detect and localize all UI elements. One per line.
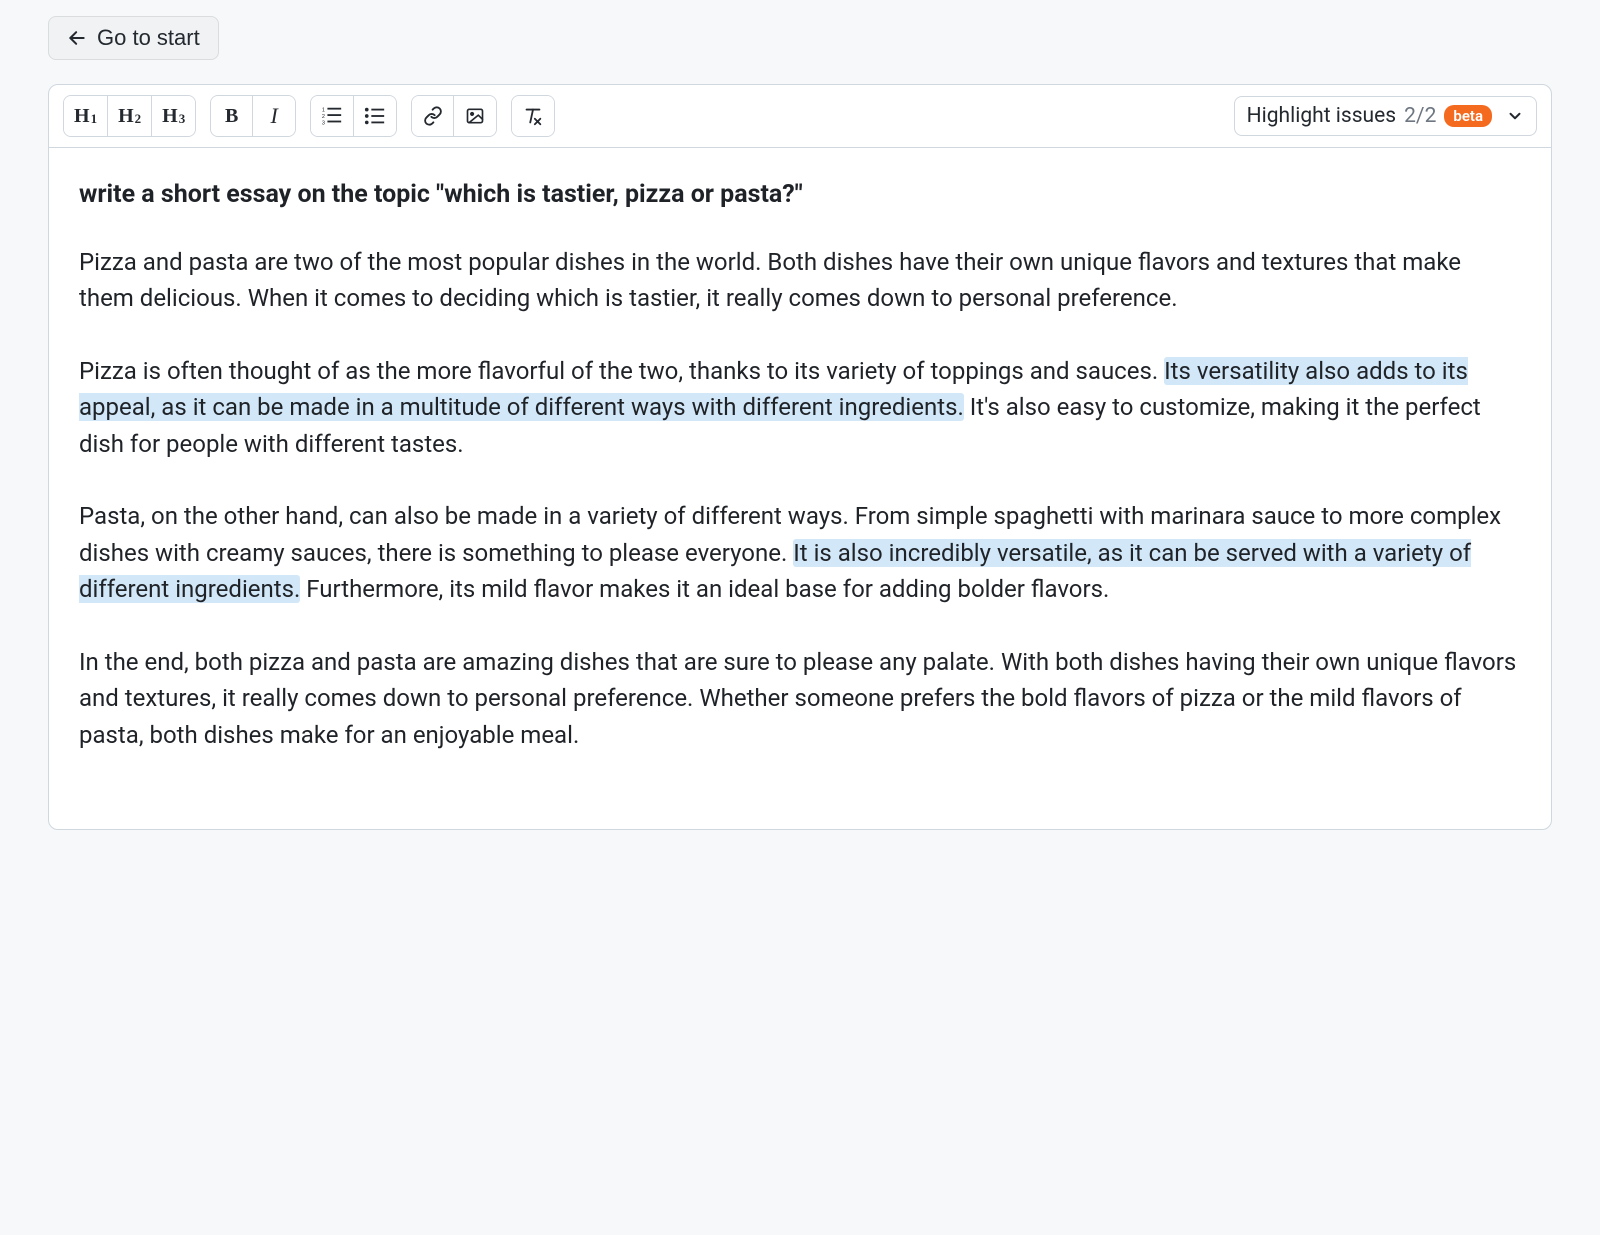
p2-pre: Pizza is often thought of as the more fl… <box>79 357 1164 385</box>
paragraph-1: Pizza and pasta are two of the most popu… <box>79 244 1521 317</box>
bold-button[interactable]: B <box>211 96 253 136</box>
editor-panel: H1 H2 H3 B I 1 <box>48 84 1552 830</box>
highlight-issues-label: Highlight issues <box>1247 104 1396 128</box>
chevron-down-icon <box>1506 107 1524 125</box>
svg-text:3: 3 <box>322 120 325 126</box>
clear-format-group <box>511 95 555 137</box>
heading-1-button[interactable]: H1 <box>64 96 108 136</box>
arrow-left-icon <box>67 28 87 48</box>
ordered-list-button[interactable]: 1 2 3 <box>311 96 354 136</box>
svg-text:2: 2 <box>322 114 325 120</box>
highlight-issues-count: 2/2 <box>1404 104 1436 128</box>
list-group: 1 2 3 <box>310 95 397 137</box>
paragraph-3: Pasta, on the other hand, can also be ma… <box>79 498 1521 607</box>
italic-icon: I <box>271 103 278 129</box>
clear-format-icon <box>522 105 544 127</box>
go-to-start-label: Go to start <box>97 25 200 51</box>
image-icon <box>465 106 485 126</box>
italic-button[interactable]: I <box>253 96 295 136</box>
text-style-group: B I <box>210 95 296 137</box>
link-icon <box>423 106 443 126</box>
paragraph-4: In the end, both pizza and pasta are ama… <box>79 644 1521 753</box>
heading-2-button[interactable]: H2 <box>108 96 152 136</box>
image-button[interactable] <box>454 96 496 136</box>
unordered-list-icon <box>364 105 386 127</box>
go-to-start-button[interactable]: Go to start <box>48 16 219 60</box>
heading-1-icon: H1 <box>74 105 97 128</box>
paragraph-2: Pizza is often thought of as the more fl… <box>79 353 1521 462</box>
content-heading: write a short essay on the topic "which … <box>79 176 1521 214</box>
svg-text:1: 1 <box>322 107 325 113</box>
heading-2-icon: H2 <box>118 105 141 128</box>
clear-format-button[interactable] <box>512 96 554 136</box>
editor-content[interactable]: write a short essay on the topic "which … <box>49 148 1551 829</box>
highlight-issues-dropdown[interactable]: Highlight issues 2/2 beta <box>1234 96 1537 136</box>
heading-3-button[interactable]: H3 <box>152 96 195 136</box>
unordered-list-button[interactable] <box>354 96 396 136</box>
beta-badge: beta <box>1444 105 1492 127</box>
heading-3-icon: H3 <box>162 105 185 128</box>
p3-post: Furthermore, its mild flavor makes it an… <box>300 575 1109 603</box>
insert-group <box>411 95 497 137</box>
link-button[interactable] <box>412 96 454 136</box>
heading-group: H1 H2 H3 <box>63 95 196 137</box>
editor-toolbar: H1 H2 H3 B I 1 <box>49 85 1551 148</box>
ordered-list-icon: 1 2 3 <box>321 105 343 127</box>
bold-icon: B <box>225 105 238 128</box>
